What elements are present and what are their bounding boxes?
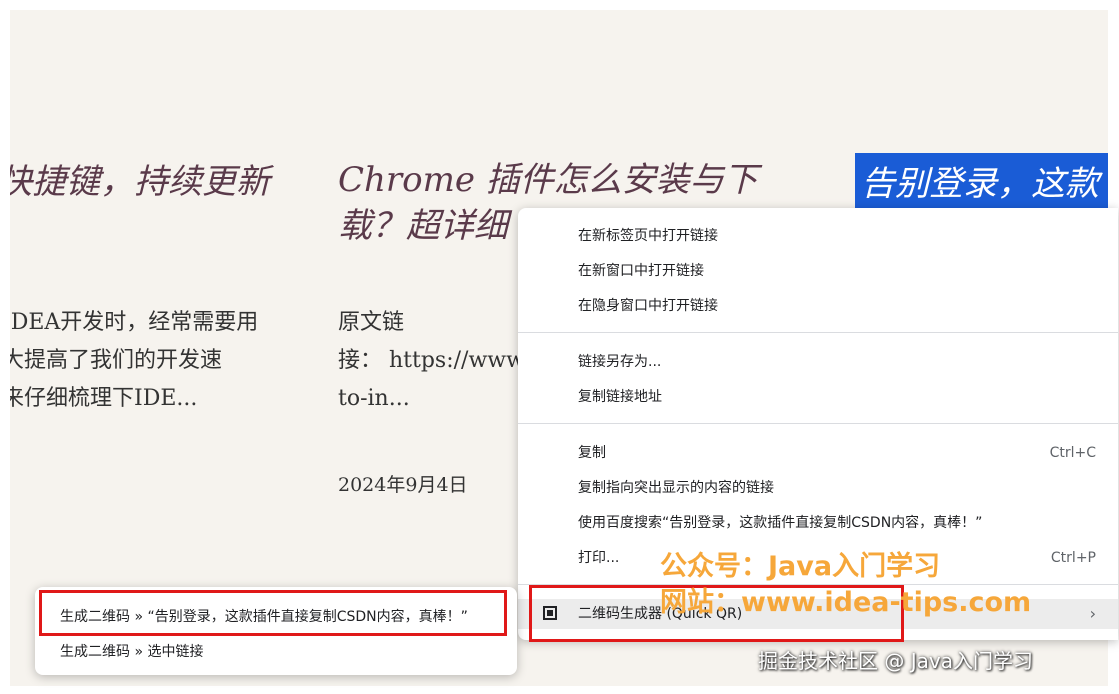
- article-excerpt-2-line-1: 原文链: [338, 310, 405, 335]
- chevron-right-icon: ›: [1089, 604, 1096, 623]
- article-title-2-line-2[interactable]: 载？超详细: [338, 204, 508, 248]
- annotation-box-submenu: [39, 590, 507, 636]
- menu-separator: [518, 332, 1118, 333]
- shortcut-copy: Ctrl+C: [1049, 445, 1096, 461]
- menu-separator: [518, 423, 1118, 424]
- article-excerpt-1-line-2: 大提高了我们的开发速: [10, 348, 223, 373]
- watermark-wechat: 公众号：Java入门学习: [660, 551, 941, 582]
- article-excerpt-1-line-1: IDEA开发时，经常需要用: [10, 310, 259, 335]
- watermark-website: 网站：www.idea-tips.com: [660, 587, 1032, 618]
- menu-item-copy[interactable]: 复制 Ctrl+C: [518, 438, 1118, 468]
- menu-item-open-incognito[interactable]: 在隐身窗口中打开链接: [518, 291, 1118, 321]
- article-excerpt-2-line-3: to-in...: [338, 386, 410, 411]
- article-excerpt-2-line-2: 接： https://www: [338, 348, 525, 373]
- article-title-1[interactable]: 快捷键，持续更新: [10, 160, 270, 204]
- article-excerpt-1-line-3: 来仔细梳理下IDE...: [10, 386, 198, 411]
- menu-item-save-link-as[interactable]: 链接另存为...: [518, 347, 1118, 377]
- watermark-credit: 掘金技术社区 @ Java入门学习: [758, 649, 1033, 673]
- shortcut-print: Ctrl+P: [1050, 550, 1096, 566]
- menu-item-copy-link-address[interactable]: 复制链接地址: [518, 382, 1118, 412]
- article-title-2-line-1[interactable]: Chrome 插件怎么安装与下: [338, 158, 758, 202]
- menu-item-copy-link-to-highlight[interactable]: 复制指向突出显示的内容的链接: [518, 473, 1118, 503]
- menu-item-open-new-window[interactable]: 在新窗口中打开链接: [518, 256, 1118, 286]
- article-title-3-line-1: 告别登录，这款: [861, 164, 1099, 204]
- menu-item-open-new-tab[interactable]: 在新标签页中打开链接: [518, 221, 1118, 251]
- article-date-2: 2024年9月4日: [338, 474, 468, 496]
- menu-item-baidu-search[interactable]: 使用百度搜索“告别登录，这款插件直接复制CSDN内容，真棒！”: [518, 508, 1118, 538]
- submenu-item-generate-qr-link[interactable]: 生成二维码 » 选中链接: [60, 641, 203, 661]
